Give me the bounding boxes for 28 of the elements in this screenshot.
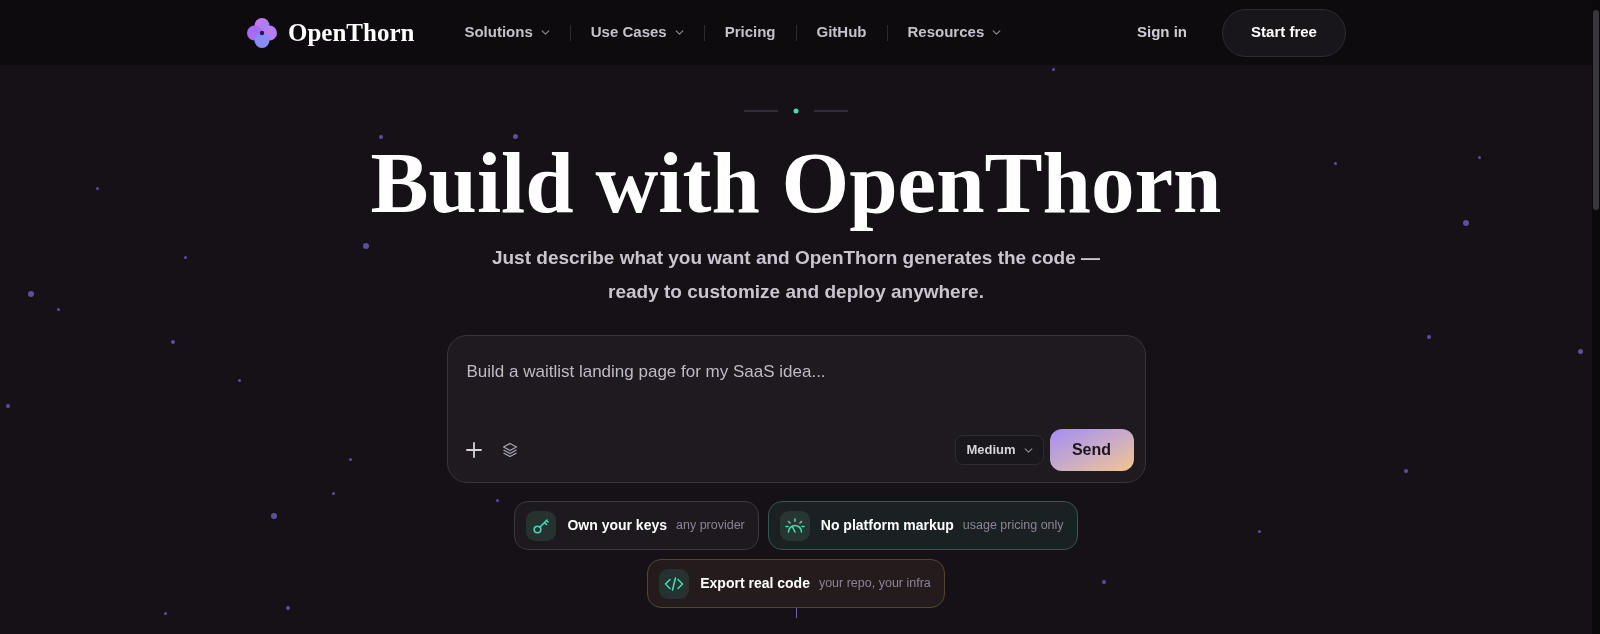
chevron-down-icon (1023, 447, 1033, 453)
hero-subtitle: Just describe what you want and OpenThorn generates the code — ready to customize and deploy anywhere. (490, 246, 1102, 304)
layers-icon[interactable] (501, 442, 518, 458)
key-icon (526, 510, 557, 541)
scrollbar-thumb[interactable] (1593, 10, 1599, 210)
start-free-button[interactable]: Start free (1222, 8, 1346, 57)
hero-title: Build with OpenThorn (370, 146, 1222, 232)
prompt-box[interactable]: Build a waitlist landing page for my SaaS idea... Medium Send (446, 335, 1146, 483)
feature-note: usage pricing only (962, 517, 1064, 535)
feature-note: your repo, your infra (818, 575, 931, 593)
plus-icon[interactable] (465, 442, 482, 458)
nav-link[interactable]: Pricing (724, 21, 776, 44)
flower-logo-icon (246, 16, 278, 49)
nav-link[interactable]: Use Cases (590, 21, 684, 44)
feature-note: any provider (676, 517, 745, 535)
gauge-icon (779, 510, 810, 541)
nav-link[interactable]: Solutions (464, 21, 550, 44)
feature-title: No platform markup (820, 516, 954, 535)
nav-link[interactable]: GitHub (816, 21, 867, 44)
feature-title: Own your keys (567, 516, 667, 535)
home-link[interactable]: OpenThorn (246, 16, 415, 49)
feature-title: Export real code (700, 574, 810, 593)
send-button[interactable]: Send (1049, 429, 1134, 471)
sign-in-link[interactable]: Sign in (1137, 21, 1187, 44)
nav-link[interactable]: Resources (907, 21, 1002, 44)
code-icon (659, 568, 690, 599)
prompt-input[interactable]: Build a waitlist landing page for my SaaS idea... (466, 360, 1126, 429)
select-dropdown[interactable]: Medium (955, 435, 1044, 465)
